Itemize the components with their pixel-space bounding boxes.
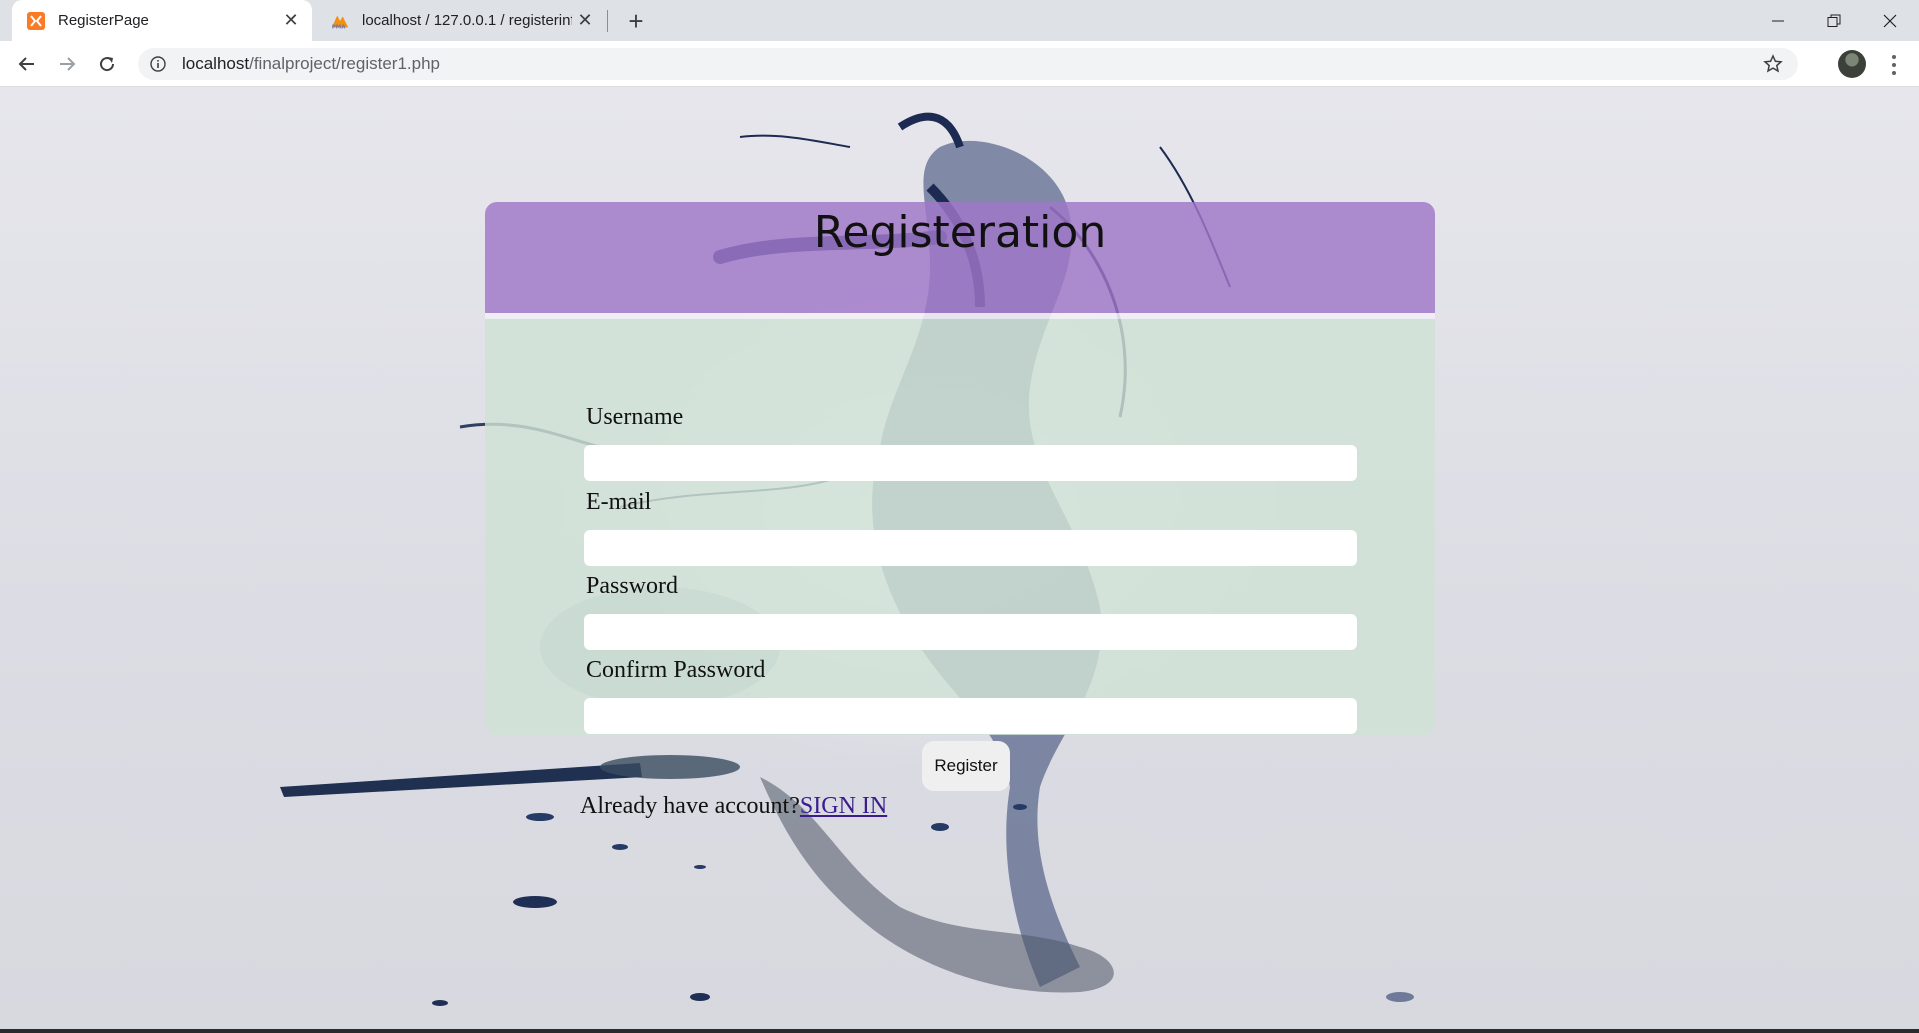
close-tab-icon[interactable]: ✕: [278, 8, 304, 34]
minimize-icon[interactable]: [1750, 0, 1806, 41]
reload-icon[interactable]: [91, 48, 123, 80]
bookmark-star-icon[interactable]: [1762, 53, 1784, 75]
username-input[interactable]: [584, 445, 1357, 481]
xampp-icon: [26, 11, 46, 31]
signin-prompt: Already have account?SIGN IN: [580, 793, 887, 820]
url-path: /finalproject/register1.php: [249, 54, 440, 73]
tab-register-page[interactable]: RegisterPage ✕: [12, 0, 312, 41]
back-icon[interactable]: [11, 48, 43, 80]
confirm-password-label: Confirm Password: [586, 657, 766, 683]
svg-text:PMA: PMA: [332, 24, 346, 30]
register-button[interactable]: Register: [922, 741, 1010, 791]
confirm-password-input[interactable]: [584, 698, 1357, 734]
taskbar-edge: [0, 1029, 1919, 1033]
info-icon[interactable]: [150, 56, 170, 72]
page-title: Registeration: [813, 207, 1107, 258]
new-tab-icon[interactable]: +: [622, 6, 650, 36]
password-label: Password: [586, 573, 679, 599]
tab-title: RegisterPage: [58, 12, 149, 29]
email-label: E-mail: [586, 489, 652, 515]
address-url: localhost/finalproject/register1.php: [182, 54, 440, 74]
tab-strip: RegisterPage ✕ PMA localhost / 127.0.0.1…: [0, 0, 1919, 41]
tab-separator: [607, 10, 608, 32]
tab-title: localhost / 127.0.0.1 / registerinfo: [362, 12, 572, 29]
profile-avatar[interactable]: [1838, 50, 1866, 78]
restore-icon[interactable]: [1806, 0, 1862, 41]
tab-phpmyadmin[interactable]: PMA localhost / 127.0.0.1 / registerinfo…: [316, 0, 606, 41]
phpmyadmin-icon: PMA: [330, 11, 350, 31]
email-input[interactable]: [584, 530, 1357, 566]
address-bar[interactable]: localhost/finalproject/register1.php: [138, 48, 1798, 80]
signin-link[interactable]: SIGN IN: [800, 793, 887, 819]
username-label: Username: [586, 404, 684, 430]
browser-menu-icon[interactable]: [1884, 53, 1904, 77]
signin-prompt-text: Already have account?: [580, 793, 800, 819]
close-window-icon[interactable]: [1862, 0, 1918, 41]
forward-icon[interactable]: [51, 48, 83, 80]
password-input[interactable]: [584, 614, 1357, 650]
close-tab-icon[interactable]: ✕: [572, 8, 598, 34]
browser-toolbar: localhost/finalproject/register1.php: [0, 41, 1919, 87]
url-host: localhost: [182, 54, 250, 73]
